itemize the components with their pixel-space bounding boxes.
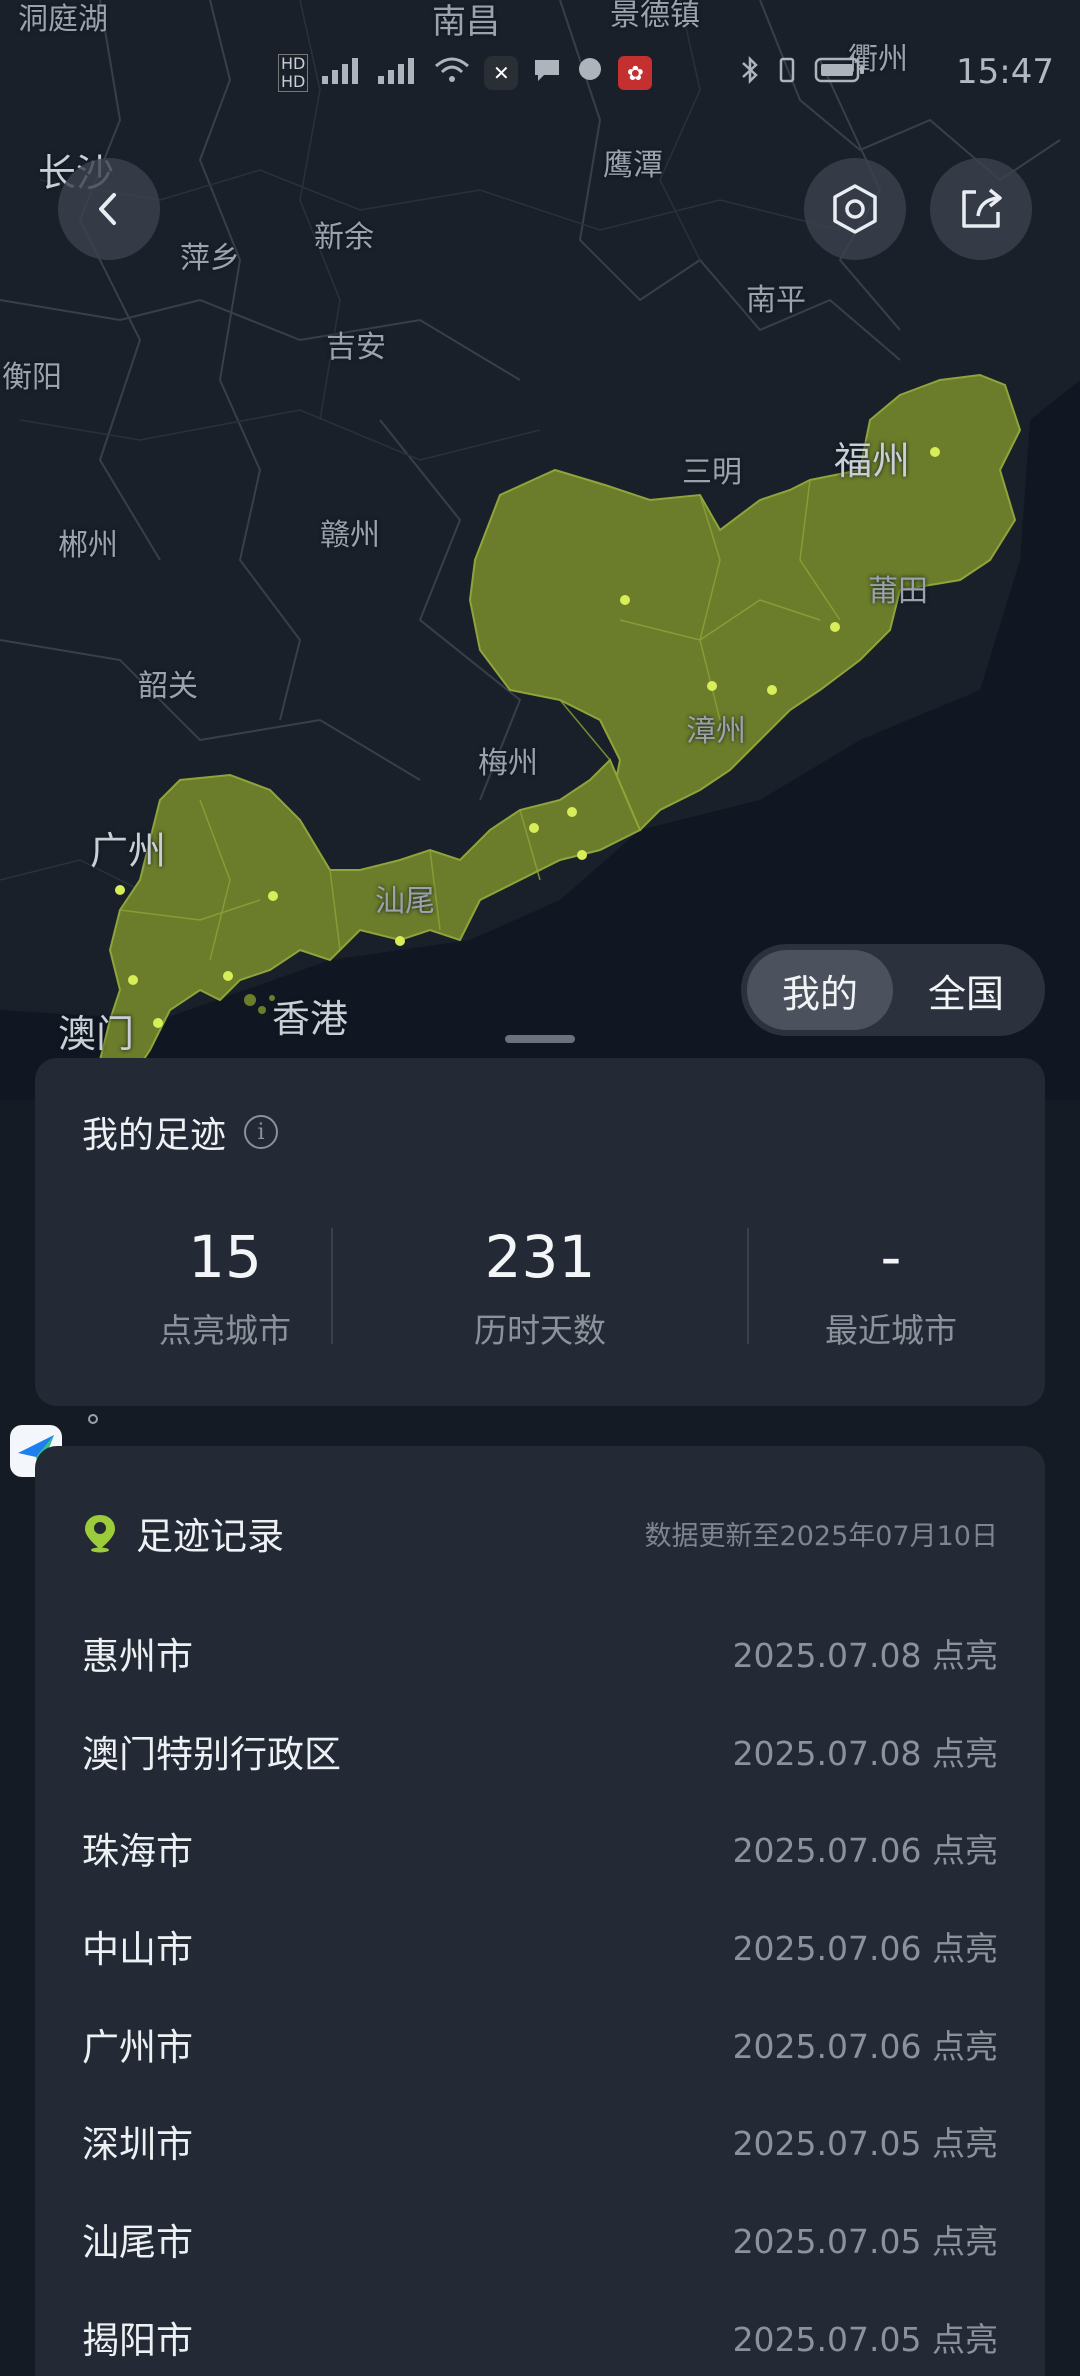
stat-cities: 15 点亮城市 bbox=[75, 1228, 375, 1352]
record-date: 2025.07.06 点亮 bbox=[732, 1831, 998, 1871]
status-time: 15:47 bbox=[956, 52, 1054, 92]
app-notification-icon: ✕ bbox=[484, 56, 519, 90]
stats-title-row: 我的足迹 i bbox=[82, 1106, 279, 1158]
records-list: 惠州市 2025.07.08 点亮 澳门特别行政区 2025.07.08 点亮 … bbox=[82, 1604, 998, 2376]
record-city: 中山市 bbox=[82, 1927, 193, 1971]
chat-icon bbox=[576, 57, 604, 89]
map-canvas bbox=[0, 0, 1080, 1100]
list-item[interactable]: 中山市 2025.07.06 点亮 bbox=[82, 1897, 998, 1995]
records-header: 足迹记录 数据更新至2025年07月10日 bbox=[82, 1506, 998, 1560]
map-label: 澳门 bbox=[58, 1012, 135, 1056]
map-label: 景德镇 bbox=[610, 0, 700, 33]
list-item[interactable]: 揭阳市 2025.07.05 点亮 bbox=[82, 2288, 998, 2376]
stat-cities-label: 点亮城市 bbox=[159, 1311, 291, 1350]
hd-signal-icon: HD HD bbox=[278, 54, 309, 92]
list-item[interactable]: 广州市 2025.07.06 点亮 bbox=[82, 1995, 998, 2093]
share-icon bbox=[962, 188, 1002, 228]
footprint-records-card: 足迹记录 数据更新至2025年07月10日 惠州市 2025.07.08 点亮 … bbox=[35, 1446, 1045, 2376]
records-title-row: 足迹记录 bbox=[82, 1506, 284, 1560]
list-item[interactable]: 珠海市 2025.07.06 点亮 bbox=[82, 1799, 998, 1897]
map-label: 韶关 bbox=[138, 669, 198, 704]
stat-recent: - 最近城市 bbox=[741, 1228, 1041, 1352]
record-city: 深圳市 bbox=[82, 2123, 193, 2167]
back-button[interactable] bbox=[58, 158, 160, 260]
record-date: 2025.07.05 点亮 bbox=[732, 2124, 998, 2164]
map-label: 福州 bbox=[834, 439, 911, 483]
record-city: 澳门特别行政区 bbox=[82, 1732, 341, 1776]
footprint-stats-card: 我的足迹 i 15 点亮城市 231 历时天数 - 最近城市 bbox=[35, 1058, 1045, 1406]
scope-toggle[interactable]: 我的 全国 bbox=[741, 944, 1045, 1036]
bluetooth-icon bbox=[740, 55, 760, 91]
vibrate-icon bbox=[774, 55, 800, 91]
cellular-signal-icon bbox=[322, 56, 364, 90]
map-label: 南昌 bbox=[432, 2, 500, 42]
location-pin-icon bbox=[85, 1515, 115, 1553]
stat-recent-value: - bbox=[880, 1223, 902, 1291]
stat-days-value: 231 bbox=[484, 1223, 596, 1291]
red-app-icon: ✿ bbox=[618, 56, 653, 90]
stat-recent-label: 最近城市 bbox=[825, 1311, 957, 1350]
map-view[interactable]: 洞庭湖 南昌 景德镇 衢州 长沙 鹰潭 萍乡 新余 南平 吉安 衡阳 三明 福州… bbox=[0, 0, 1080, 1100]
map-label: 衡阳 bbox=[2, 360, 62, 395]
message-icon bbox=[532, 57, 562, 89]
list-item[interactable]: 深圳市 2025.07.05 点亮 bbox=[82, 2092, 998, 2190]
list-item[interactable]: 澳门特别行政区 2025.07.08 点亮 bbox=[82, 1702, 998, 1800]
info-icon[interactable]: i bbox=[244, 1115, 279, 1149]
battery-icon bbox=[814, 56, 866, 90]
map-label: 梅州 bbox=[478, 746, 538, 781]
map-label: 洞庭湖 bbox=[18, 2, 108, 37]
map-label: 郴州 bbox=[58, 528, 118, 563]
map-label: 漳州 bbox=[686, 714, 746, 749]
sheet-drag-handle[interactable] bbox=[505, 1035, 575, 1043]
record-date: 2025.07.06 点亮 bbox=[732, 2026, 998, 2066]
stats-title: 我的足迹 bbox=[82, 1115, 227, 1156]
list-item[interactable]: 惠州市 2025.07.08 点亮 bbox=[82, 1604, 998, 1702]
cellular-signal-2-icon bbox=[378, 56, 420, 90]
status-bar-right bbox=[740, 50, 866, 96]
map-label: 萍乡 bbox=[180, 241, 240, 276]
record-date: 2025.07.05 点亮 bbox=[732, 2319, 998, 2359]
map-label: 吉安 bbox=[326, 330, 386, 365]
record-city: 广州市 bbox=[82, 2025, 193, 2069]
settings-button[interactable] bbox=[804, 158, 906, 260]
wifi-icon bbox=[434, 56, 470, 90]
chevron-left-icon bbox=[99, 193, 116, 225]
records-update-note: 数据更新至2025年07月10日 bbox=[644, 1520, 998, 1552]
map-label: 南平 bbox=[746, 283, 806, 318]
tab-mine[interactable]: 我的 bbox=[747, 950, 893, 1030]
record-city: 揭阳市 bbox=[82, 2318, 193, 2362]
map-label: 汕尾 bbox=[375, 884, 435, 919]
map-label: 三明 bbox=[682, 455, 742, 490]
tab-national[interactable]: 全国 bbox=[893, 950, 1039, 1030]
record-date: 2025.07.08 点亮 bbox=[732, 1635, 998, 1675]
divider bbox=[331, 1228, 333, 1344]
map-label: 香港 bbox=[272, 997, 349, 1041]
record-city: 珠海市 bbox=[82, 1830, 193, 1874]
stat-cities-value: 15 bbox=[188, 1223, 262, 1291]
list-item[interactable]: 汕尾市 2025.07.05 点亮 bbox=[82, 2190, 998, 2288]
record-city: 汕尾市 bbox=[82, 2220, 193, 2264]
records-title: 足迹记录 bbox=[136, 1515, 284, 1558]
map-label: 广州 bbox=[90, 829, 167, 873]
record-date: 2025.07.06 点亮 bbox=[732, 1928, 998, 1968]
map-label: 赣州 bbox=[320, 518, 380, 553]
map-label: 鹰潭 bbox=[603, 148, 663, 183]
record-date: 2025.07.05 点亮 bbox=[732, 2221, 998, 2261]
indicator-dot bbox=[88, 1414, 98, 1424]
share-button[interactable] bbox=[930, 158, 1032, 260]
map-label: 新余 bbox=[314, 220, 374, 255]
map-label: 莆田 bbox=[868, 574, 928, 609]
record-city: 惠州市 bbox=[82, 1634, 193, 1678]
stat-days-label: 历时天数 bbox=[474, 1311, 606, 1350]
settings-icon bbox=[833, 184, 877, 234]
status-bar: HD HD ✕ ✿ bbox=[278, 50, 653, 96]
record-date: 2025.07.08 点亮 bbox=[732, 1733, 998, 1773]
stat-days: 231 历时天数 bbox=[390, 1228, 690, 1352]
